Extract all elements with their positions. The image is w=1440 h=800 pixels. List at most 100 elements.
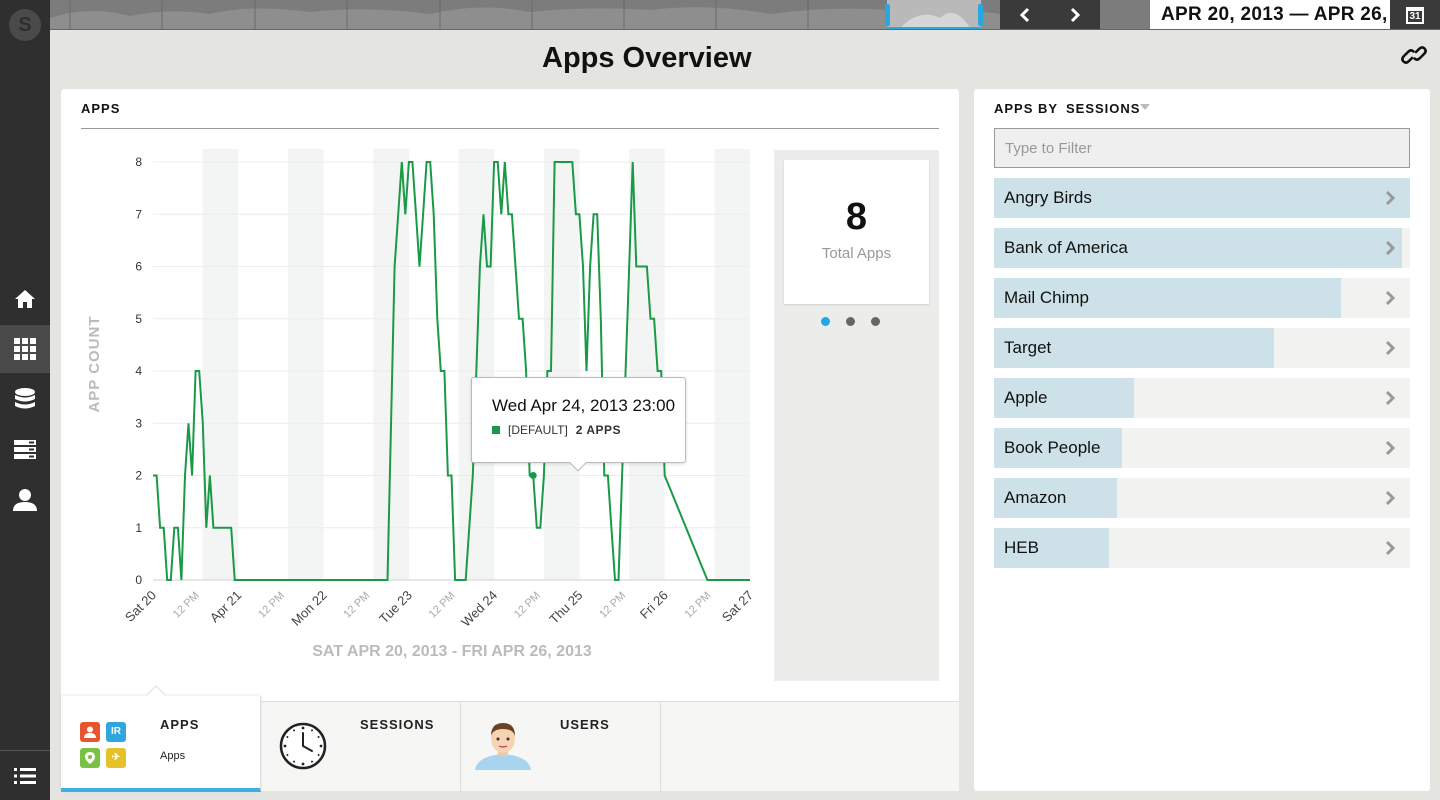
y-tick-label: 3: [135, 416, 142, 430]
metric-select[interactable]: SESSIONS: [1066, 101, 1140, 116]
server-icon[interactable]: [0, 426, 50, 474]
home-icon[interactable]: [0, 275, 50, 323]
sidebar-divider: [0, 750, 50, 751]
y-tick-label: 0: [135, 573, 142, 587]
chevron-right-icon[interactable]: [1384, 290, 1396, 306]
timeline-handle-right: [978, 4, 983, 26]
x-tick-label: Sat 20: [122, 588, 159, 625]
chevron-right-icon[interactable]: [1384, 540, 1396, 556]
apps-panel: APPS 012345678 Sat 20 12 PM Apr 21 12 PM Mon…: [61, 89, 959, 792]
app-name: Mail Chimp: [1004, 288, 1090, 307]
y-tick-label: 6: [135, 260, 142, 274]
x-tick-label: 12 PM: [512, 590, 543, 621]
page-title: Apps Overview: [542, 42, 752, 74]
tooltip-series: [DEFAULT]: [508, 423, 568, 437]
list-icon[interactable]: [0, 752, 50, 800]
x-axis-label: SAT APR 20, 2013 - FRI APR 26, 2013: [312, 643, 592, 660]
app-list-row[interactable]: Amazon: [994, 478, 1410, 518]
tooltip-line: [DEFAULT] 2 APPS: [492, 423, 621, 437]
apps-list-panel: APPS BY SESSIONS Angry Birds Bank of Amer…: [974, 89, 1430, 791]
app-tile-user-icon: [80, 722, 100, 742]
y-tick-label: 2: [135, 469, 142, 483]
app-list-row[interactable]: Apple: [994, 378, 1410, 418]
chevron-right-icon[interactable]: [1384, 440, 1396, 456]
caret-down-icon[interactable]: [1140, 104, 1150, 110]
stat-value: 8: [845, 196, 868, 238]
link-icon[interactable]: [1400, 42, 1428, 68]
tab-apps-title: APPS: [160, 717, 200, 732]
x-tick-label: Wed 24: [458, 588, 500, 630]
user-avatar-icon: [475, 723, 531, 770]
y-tick-label: 8: [135, 155, 142, 169]
tooltip-title: Wed Apr 24, 2013 23:00: [492, 396, 676, 415]
chevron-right-icon: [1070, 7, 1081, 23]
chart-tooltip: Wed Apr 24, 2013 23:00 [DEFAULT] 2 APPS: [471, 377, 686, 472]
chevron-right-icon[interactable]: [1384, 490, 1396, 506]
app-name: HEB: [1004, 538, 1039, 557]
tab-sessions-title: SESSIONS: [360, 717, 435, 732]
next-range-button[interactable]: [1050, 0, 1100, 29]
carousel-dot-3[interactable]: [871, 317, 880, 326]
metric-tabs: IR ✈ APPS Apps SESSIONS USERS: [61, 685, 959, 792]
x-tick-label: 12 PM: [683, 590, 714, 621]
app-list-row[interactable]: HEB: [994, 528, 1410, 568]
app-logo[interactable]: S: [9, 9, 41, 41]
app-list-row[interactable]: Bank of America: [994, 228, 1410, 268]
app-list-row[interactable]: Book People: [994, 428, 1410, 468]
x-tick-label: Mon 22: [288, 588, 329, 629]
app-name: Amazon: [1004, 488, 1067, 507]
database-icon[interactable]: [0, 376, 50, 424]
night-band: [288, 149, 324, 580]
y-axis-label: APP COUNT: [86, 315, 103, 412]
x-tick-label: Thu 25: [546, 588, 585, 627]
app-tile-ir-icon: IR: [106, 722, 126, 742]
chevron-right-icon[interactable]: [1384, 390, 1396, 406]
app-tile-plane-icon: ✈: [106, 748, 126, 768]
chevron-right-icon[interactable]: [1384, 340, 1396, 356]
series-swatch: [492, 426, 500, 434]
night-band: [714, 149, 750, 580]
x-tick-label: 12 PM: [427, 590, 458, 621]
user-icon[interactable]: [0, 476, 50, 524]
night-band: [373, 149, 409, 580]
filter-input[interactable]: [994, 128, 1410, 168]
hover-point: [529, 472, 537, 479]
tooltip-value: 2 APPS: [575, 423, 622, 437]
chevron-right-icon[interactable]: [1384, 240, 1396, 256]
app-list-row[interactable]: Angry Birds: [994, 178, 1410, 218]
tab-apps-subtitle: Apps: [160, 750, 186, 762]
x-tick-label: 12 PM: [256, 590, 287, 621]
list-title: APPS BY: [994, 101, 1059, 116]
prev-range-button[interactable]: [1000, 0, 1050, 29]
carousel-dot-2[interactable]: [846, 317, 855, 326]
app-name: Target: [1004, 338, 1052, 357]
calendar-button[interactable]: 31: [1390, 0, 1440, 29]
stats-carousel: 8 Total Apps: [774, 150, 939, 681]
x-tick-label: 12 PM: [597, 590, 628, 621]
chevron-left-icon: [1019, 7, 1030, 23]
apps-grid-icon[interactable]: [0, 325, 50, 373]
tab-sessions[interactable]: SESSIONS: [261, 702, 461, 792]
y-tick-label: 7: [135, 207, 142, 221]
y-tick-label: 1: [135, 521, 142, 535]
carousel-dot-1[interactable]: [821, 317, 830, 326]
x-tick-label: 12 PM: [341, 590, 372, 621]
app-name: Bank of America: [1004, 238, 1128, 257]
total-apps-stat: 8 Total Apps: [784, 160, 929, 304]
app-name: Apple: [1004, 388, 1048, 407]
clock-icon: [279, 722, 327, 770]
x-tick-label: Tue 23: [376, 588, 415, 627]
tab-users[interactable]: USERS: [461, 702, 661, 792]
x-tick-label: 12 PM: [171, 590, 202, 621]
app-list-row[interactable]: Target: [994, 328, 1410, 368]
app-name: Angry Birds: [1004, 188, 1092, 207]
app-name: Book People: [1004, 438, 1101, 457]
timeline-bar[interactable]: APR 20, 2013 — APR 26, 2013 31: [50, 0, 1440, 30]
tab-apps[interactable]: IR ✈ APPS Apps: [61, 685, 261, 792]
app-list-row[interactable]: Mail Chimp: [994, 278, 1410, 318]
night-band: [543, 149, 580, 580]
chevron-right-icon[interactable]: [1384, 190, 1396, 206]
y-tick-label: 5: [135, 312, 142, 326]
y-tick-label: 4: [135, 364, 142, 378]
sidebar: S: [0, 0, 50, 800]
